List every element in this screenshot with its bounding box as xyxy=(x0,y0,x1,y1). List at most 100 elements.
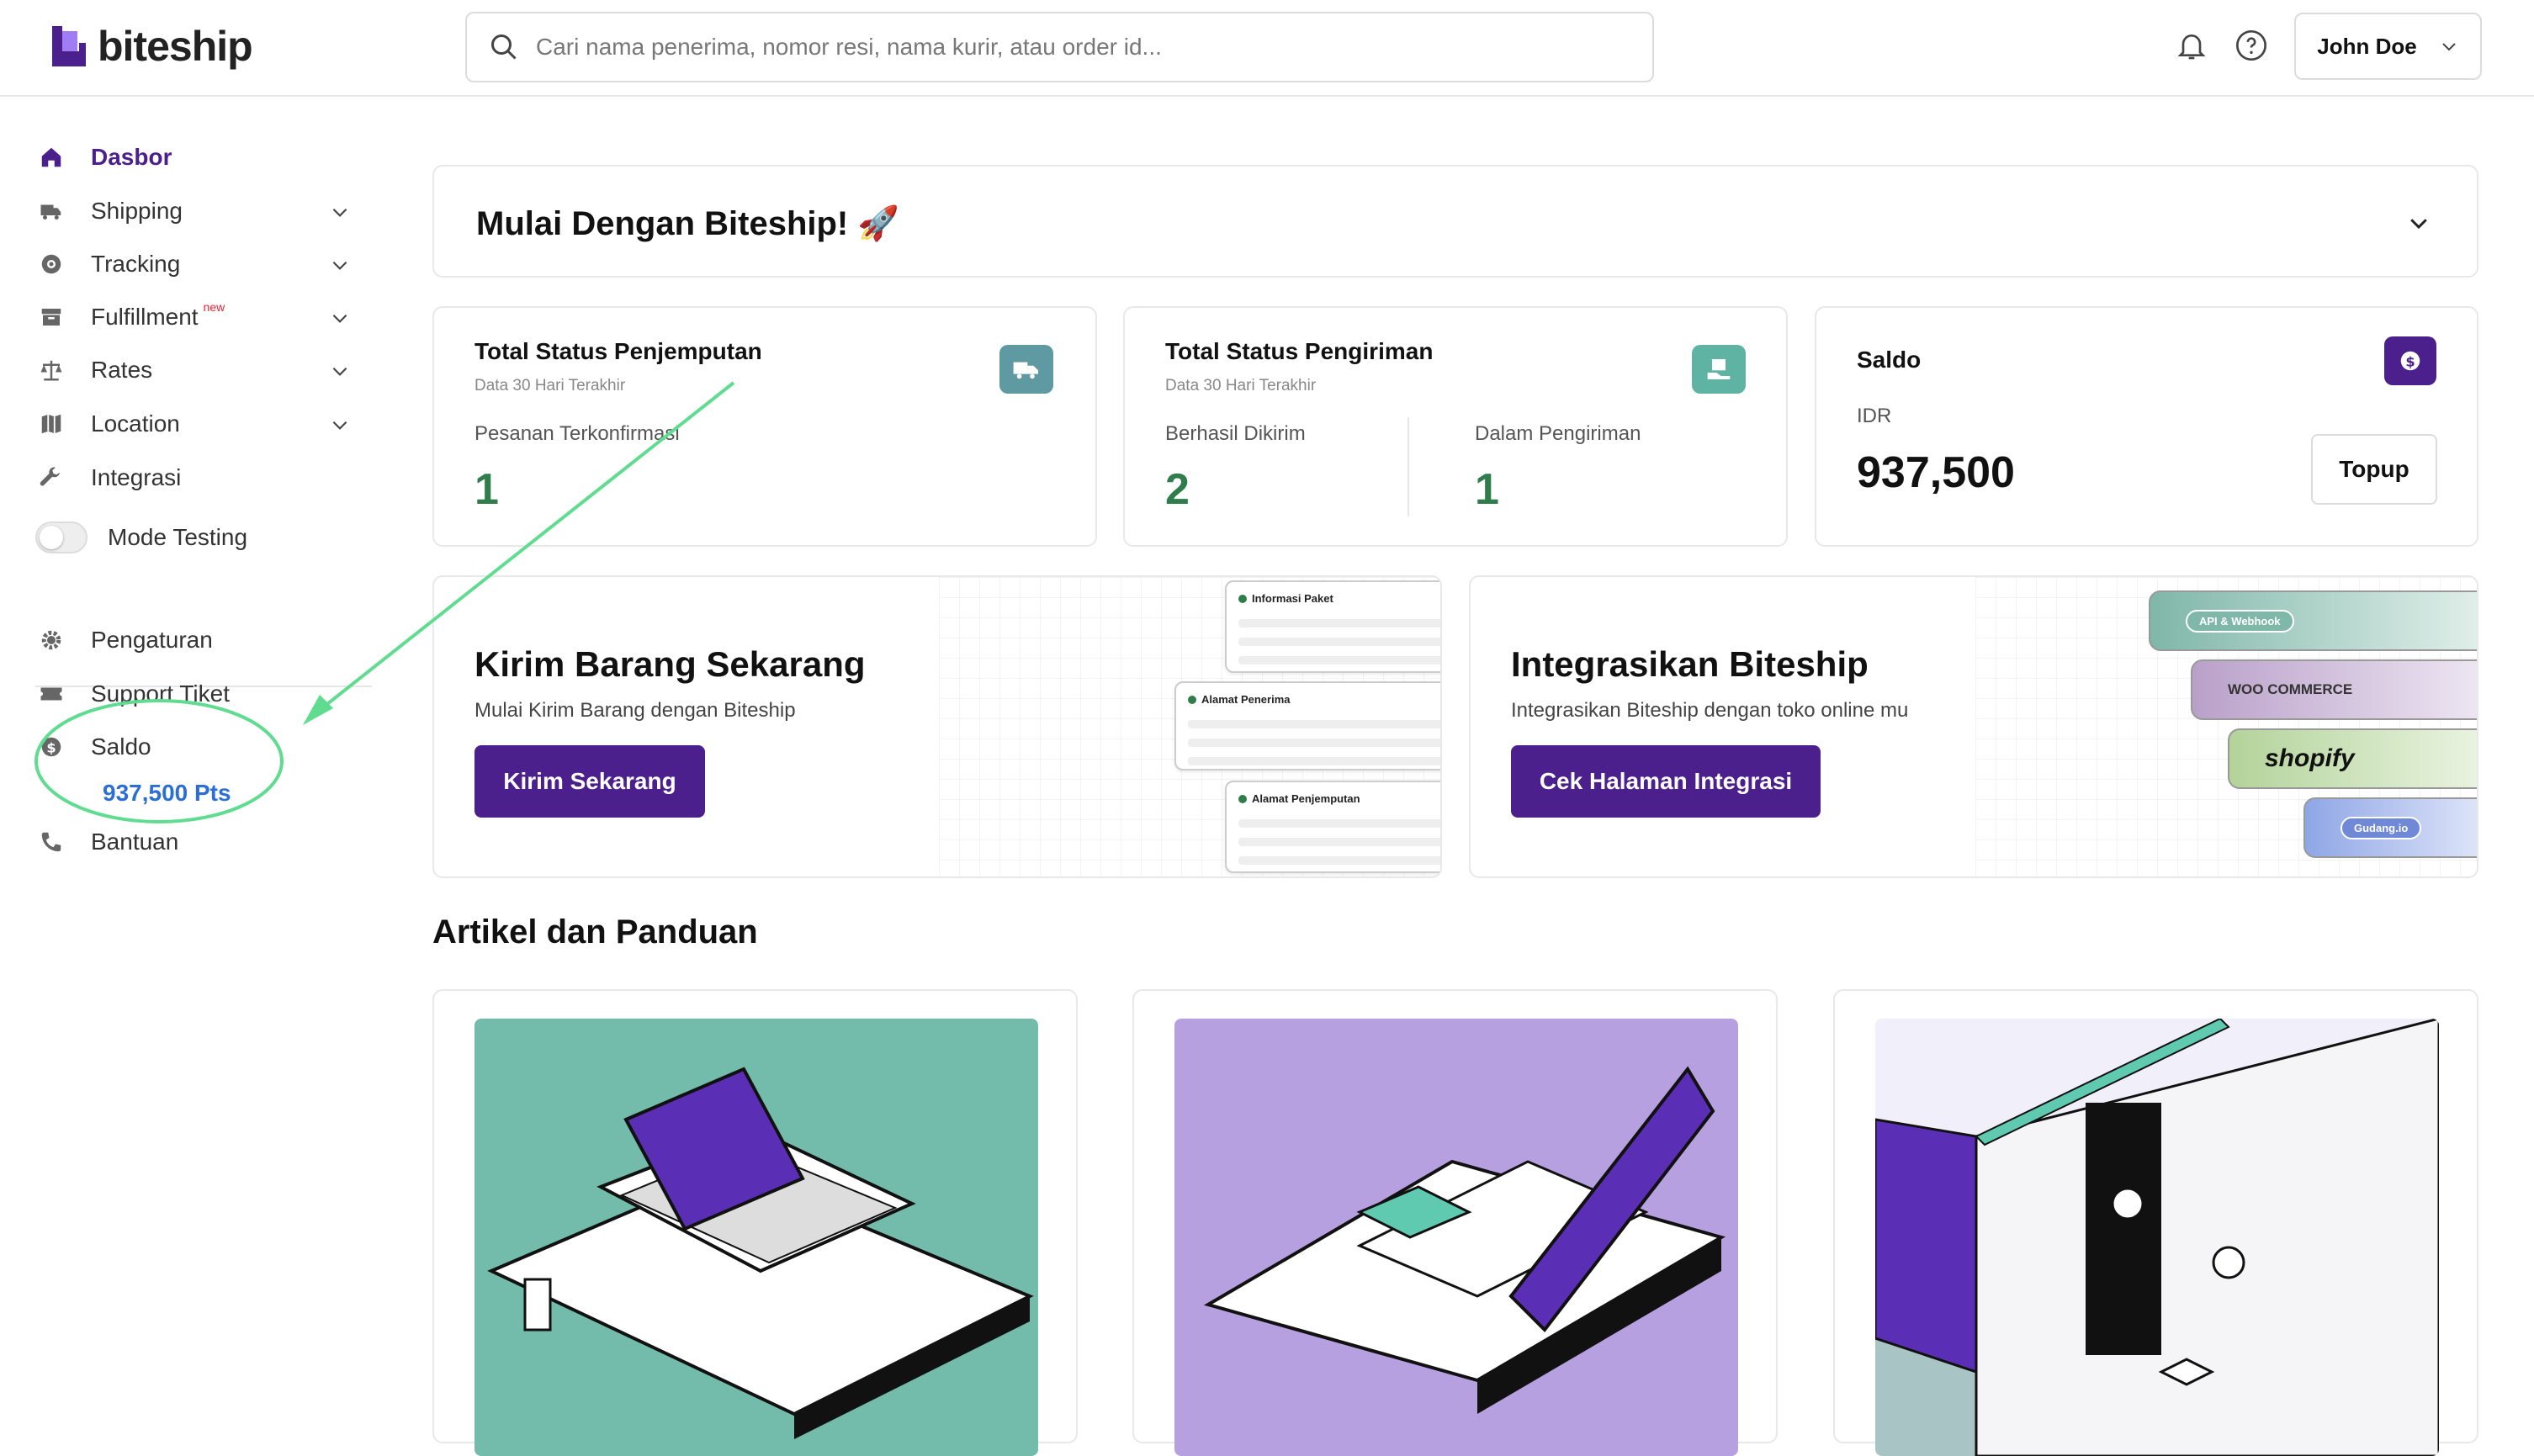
balance-currency: IDR xyxy=(1857,405,1892,427)
delivered-value: 2 xyxy=(1165,465,1190,514)
svg-text:$: $ xyxy=(46,739,56,755)
sidebar-item-label: Tracking xyxy=(91,251,181,277)
form-card-recipient: Alamat Penerima xyxy=(1174,681,1440,770)
partner-shopify: shopify xyxy=(2228,728,2477,789)
sidebar-item-dasbor[interactable]: Dasbor xyxy=(35,136,351,178)
chevron-down-icon xyxy=(332,367,347,376)
delivery-status-title: Total Status Pengiriman xyxy=(1165,338,1434,364)
mode-testing-toggle[interactable]: Mode Testing xyxy=(35,516,351,559)
logo-text: biteship xyxy=(98,23,253,70)
articles-section-title: Artikel dan Panduan xyxy=(432,913,758,950)
wallet-dollar-icon: $ xyxy=(2384,336,2436,385)
integration-banner-title: Integrasikan Biteship xyxy=(1511,644,1869,684)
search-icon xyxy=(491,34,517,60)
sidebar-item-label: Dasbor xyxy=(91,144,172,170)
form-line xyxy=(1238,856,1440,865)
form-card-title: Informasi Paket xyxy=(1238,592,1333,605)
saldo-points: 937,500 Pts xyxy=(103,780,231,806)
integration-banner: Integrasikan Biteship Integrasikan Bites… xyxy=(1469,575,2478,878)
pickup-confirmed-value: 1 xyxy=(474,465,499,514)
sidebar-item-label: Integrasi xyxy=(91,464,182,490)
sidebar-item-label: Rates xyxy=(91,357,153,383)
sidebar-item-label: Shipping xyxy=(91,198,183,224)
help-icon[interactable] xyxy=(2234,29,2268,66)
svg-text:$: $ xyxy=(2405,353,2415,369)
sidebar-item-support-tiket[interactable]: Support Tiket xyxy=(35,673,351,715)
biteship-logo[interactable]: biteship xyxy=(49,22,253,71)
sidebar-item-bantuan[interactable]: Bantuan xyxy=(35,821,351,863)
delivered-label: Berhasil Dikirim xyxy=(1165,422,1306,445)
chevron-down-icon[interactable] xyxy=(2406,210,2431,236)
sidebar-item-label: Pengaturan xyxy=(91,627,213,653)
pickup-status-title: Total Status Penjemputan xyxy=(474,338,762,364)
welcome-title: Mulai Dengan Biteship! 🚀 xyxy=(476,205,900,242)
top-header: biteship Cari nama penerima, nomor resi,… xyxy=(0,0,2534,97)
partner-label: API & Webhook xyxy=(2186,609,2294,633)
new-badge: new xyxy=(203,300,225,314)
article-card[interactable] xyxy=(1132,989,1778,1456)
delivery-illustration xyxy=(1875,1019,2439,1456)
sidebar-item-tracking[interactable]: Tracking xyxy=(35,243,351,285)
in-transit-value: 1 xyxy=(1475,465,1499,514)
article-card[interactable] xyxy=(432,989,1078,1456)
chevron-down-icon xyxy=(332,314,347,323)
truck-icon xyxy=(35,195,67,227)
search-placeholder: Cari nama penerima, nomor resi, nama kur… xyxy=(536,34,1162,60)
chevron-down-icon xyxy=(2442,43,2456,51)
form-line xyxy=(1238,619,1440,627)
stat-divider xyxy=(1407,417,1409,516)
balance-title: Saldo xyxy=(1857,347,1922,373)
partner-label: WOO COMMERCE xyxy=(2228,681,2353,697)
delivery-status-subtitle: Data 30 Hari Terakhir xyxy=(1165,377,1317,394)
integration-page-button[interactable]: Cek Halaman Integrasi xyxy=(1511,745,1821,818)
integration-banner-subtitle: Integrasikan Biteship dengan toko online… xyxy=(1511,699,1909,722)
notification-bell-icon[interactable] xyxy=(2175,29,2208,66)
form-line xyxy=(1238,656,1440,664)
sidebar-item-integrasi[interactable]: Integrasi xyxy=(35,457,351,499)
chevron-down-icon xyxy=(332,261,347,270)
sidebar-item-label: Bantuan xyxy=(91,829,179,855)
sidebar-item-fulfillment[interactable]: Fulfillment new xyxy=(35,296,351,338)
laptop-illustration xyxy=(487,1067,1034,1439)
send-now-button[interactable]: Kirim Sekarang xyxy=(474,745,705,818)
pickup-confirmed-label: Pesanan Terkonfirmasi xyxy=(474,422,680,445)
tracking-icon xyxy=(35,248,67,280)
form-card-title: Alamat Penjemputan xyxy=(1238,792,1360,805)
send-banner-title: Kirim Barang Sekarang xyxy=(474,644,866,684)
toggle-switch[interactable] xyxy=(35,522,87,553)
dollar-icon: $ xyxy=(35,731,67,763)
sidebar-item-shipping[interactable]: Shipping xyxy=(35,190,351,232)
sidebar-item-label: Support Tiket xyxy=(91,680,230,707)
pickup-status-card: Total Status Penjemputan Data 30 Hari Te… xyxy=(432,306,1097,547)
pickup-status-subtitle: Data 30 Hari Terakhir xyxy=(474,377,626,394)
keyboard-illustration xyxy=(1203,1066,1726,1414)
form-card-title: Alamat Penerima xyxy=(1188,693,1291,706)
form-line xyxy=(1238,819,1440,828)
sidebar-item-pengaturan[interactable]: Pengaturan xyxy=(35,619,351,661)
form-line xyxy=(1238,638,1440,646)
sidebar-item-saldo[interactable]: $ Saldo xyxy=(35,726,351,768)
welcome-accordion[interactable]: Mulai Dengan Biteship! 🚀 xyxy=(432,165,2478,278)
form-card-pickup: Alamat Penjemputan xyxy=(1225,781,1440,873)
article-illustration-laptop xyxy=(474,1019,1038,1456)
ticket-icon xyxy=(35,678,67,710)
topup-button[interactable]: Topup xyxy=(2311,434,2437,505)
chevron-down-icon xyxy=(332,208,347,217)
scale-icon xyxy=(35,354,67,386)
map-icon xyxy=(35,408,67,440)
article-illustration-delivery xyxy=(1875,1019,2439,1456)
sidebar: Dasbor Shipping Tracking Fulfillment new… xyxy=(0,98,387,1433)
balance-card: Saldo $ IDR 937,500 Topup xyxy=(1815,306,2478,547)
sidebar-item-label: Mode Testing xyxy=(108,524,248,550)
partner-label: Gudang.io xyxy=(2341,816,2422,839)
gear-icon xyxy=(35,624,67,656)
article-card[interactable] xyxy=(1833,989,2478,1456)
partner-woocommerce: WOO COMMERCE xyxy=(2191,659,2477,720)
partner-gudang-io: Gudang.io xyxy=(2303,797,2477,858)
form-line xyxy=(1188,720,1440,728)
sidebar-item-location[interactable]: Location xyxy=(35,403,351,445)
sidebar-item-rates[interactable]: Rates xyxy=(35,349,351,391)
pickup-truck-icon xyxy=(999,345,1053,394)
search-input[interactable]: Cari nama penerima, nomor resi, nama kur… xyxy=(465,12,1654,82)
user-menu-button[interactable]: John Doe xyxy=(2294,13,2482,80)
